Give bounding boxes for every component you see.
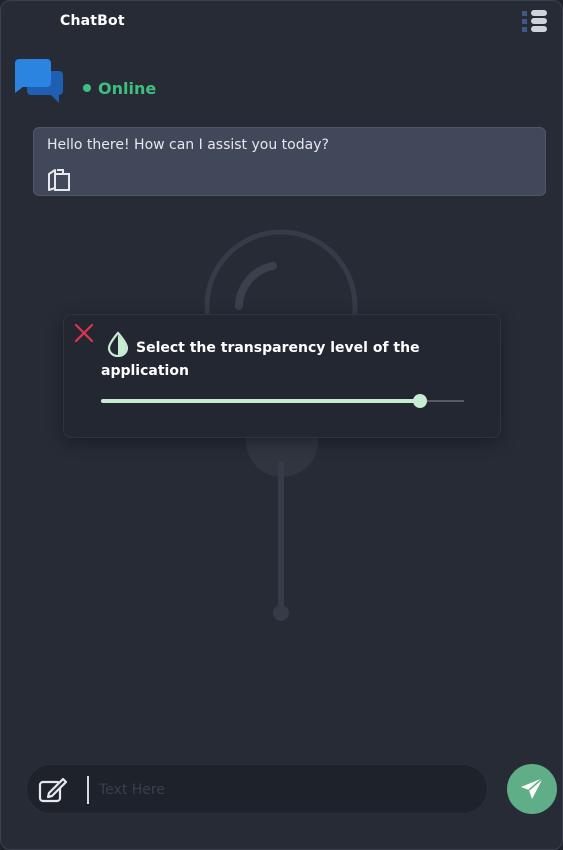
- edit-icon: [38, 777, 68, 803]
- chatbot-window: ChatBot Online Hello there! How can I as…: [0, 0, 563, 850]
- send-icon: [521, 777, 544, 799]
- close-icon: [74, 323, 94, 343]
- transparency-slider[interactable]: [101, 393, 464, 409]
- title-bar: ChatBot: [1, 1, 562, 45]
- message-text: Hello there! How can I assist you today?: [47, 137, 329, 153]
- status-label: Online: [98, 79, 157, 98]
- composer: [26, 764, 488, 814]
- dialog-prompt: Select the transparency level of the app…: [101, 340, 420, 379]
- bot-message: Hello there! How can I assist you today?: [33, 127, 546, 196]
- chat-header: Online: [1, 53, 562, 113]
- copy-button[interactable]: [45, 166, 73, 194]
- close-button[interactable]: [74, 323, 94, 343]
- status-dot: [83, 83, 91, 92]
- slider-thumb[interactable]: [413, 394, 428, 408]
- message-input[interactable]: [87, 776, 467, 804]
- menu-button[interactable]: [520, 9, 550, 37]
- chat-bubbles-icon: [13, 57, 65, 107]
- menu-icon: [522, 10, 547, 32]
- transparency-dialog: Select the transparency level of the app…: [63, 314, 501, 438]
- edit-button[interactable]: [37, 775, 69, 805]
- send-button[interactable]: [507, 764, 557, 814]
- slider-fill: [101, 399, 421, 403]
- app-title: ChatBot: [60, 13, 125, 29]
- copy-icon: [48, 169, 70, 191]
- status-indicator: Online: [83, 79, 156, 98]
